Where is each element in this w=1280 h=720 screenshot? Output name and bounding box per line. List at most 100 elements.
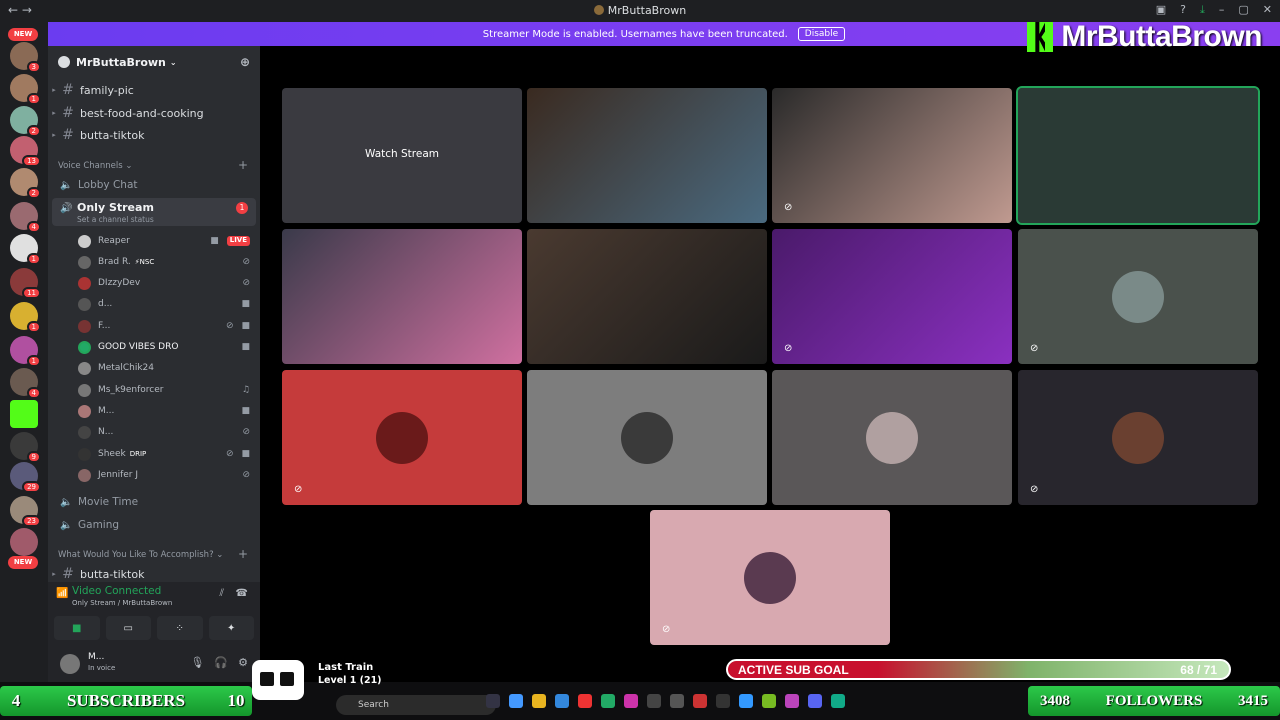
channel-status[interactable]: Set a channel status	[77, 215, 154, 224]
voice-tile[interactable]: ⊘	[282, 370, 522, 505]
channel-best-food-and-cooking[interactable]: ▸ # best-food-and-cooking	[48, 103, 260, 123]
app-icon[interactable]	[716, 694, 730, 708]
server-icon[interactable]: 1	[10, 336, 41, 367]
server-icon[interactable]: 4	[10, 368, 41, 399]
server-icon[interactable]: 23	[10, 496, 41, 527]
voice-member[interactable]: Reaper ■ LIVE	[78, 232, 250, 250]
video-tile[interactable]: ⊘	[772, 88, 1012, 223]
gear-icon[interactable]: ⚙	[238, 656, 248, 669]
app-icon[interactable]	[601, 694, 615, 708]
server-icon[interactable]: 1	[10, 302, 41, 333]
server-icon[interactable]: 11	[10, 268, 41, 299]
invite-icon[interactable]: ⊕	[240, 55, 250, 69]
new-tag: NEW	[8, 556, 38, 569]
headphones-icon[interactable]: 🎧	[214, 656, 228, 669]
voice-connection-panel: 📶 Video Connected Only Stream / MrButtaB…	[48, 582, 260, 646]
camera-button[interactable]: ■	[54, 616, 100, 640]
minimize-icon[interactable]: –	[1219, 3, 1225, 17]
browser-icon[interactable]	[831, 694, 845, 708]
server-icon[interactable]: 2	[10, 168, 41, 199]
voice-member[interactable]: Ms_k9enforcer ♫	[78, 381, 250, 399]
voice-member[interactable]: d... ■	[78, 295, 250, 313]
server-icon[interactable]: 3	[10, 42, 41, 73]
video-tile[interactable]	[527, 88, 767, 223]
video-tile-selected[interactable]	[1016, 86, 1260, 225]
disconnect-icon[interactable]: ☎	[236, 588, 248, 599]
voice-tile[interactable]: ⊘	[1018, 370, 1258, 505]
chevron-down-icon: ⌄	[169, 57, 177, 67]
avatar	[78, 319, 91, 333]
youtube-icon[interactable]	[578, 694, 592, 708]
server-icon[interactable]: 2	[10, 106, 41, 137]
server-icon[interactable]: 9	[10, 432, 41, 463]
noise-suppression-icon[interactable]: ⫽	[220, 588, 224, 599]
voice-member[interactable]: DIzzyDev ⊘	[78, 274, 250, 292]
title-bar: ← → MrButtaBrown ▣ ? ⤓ – ▢ ✕	[0, 0, 1280, 22]
voice-member[interactable]: F... ⊘ ■	[78, 317, 250, 335]
channel-butta-tiktok-2[interactable]: ▸ # butta-tiktok	[48, 564, 260, 584]
folder-icon[interactable]	[532, 694, 546, 708]
tiktok-icon[interactable]	[624, 694, 638, 708]
chevron-right-icon: ▸	[52, 570, 56, 578]
voice-channel-lobby[interactable]: 🔈 Lobby Chat	[48, 175, 260, 195]
server-icon[interactable]: 1	[10, 234, 41, 265]
help-icon[interactable]: ?	[1180, 3, 1186, 17]
screen-share-button[interactable]: ▭	[105, 616, 151, 640]
server-icon[interactable]: 29	[10, 462, 41, 493]
app-icon[interactable]	[670, 694, 684, 708]
voice-member[interactable]: MetalChik24	[78, 359, 250, 377]
kick-server-icon[interactable]	[10, 400, 38, 428]
video-tile[interactable]: ⊘	[772, 229, 1012, 364]
app-icon[interactable]	[486, 694, 500, 708]
voice-channel-gaming[interactable]: 🔈 Gaming	[48, 515, 260, 535]
nvidia-icon[interactable]	[762, 694, 776, 708]
hash-icon: #	[62, 105, 74, 121]
inbox-icon[interactable]: ▣	[1156, 3, 1166, 17]
voice-channels-header[interactable]: Voice Channels ⌄	[58, 161, 132, 171]
download-icon[interactable]: ⤓	[1200, 3, 1205, 17]
microphone-icon[interactable]: 🎙	[190, 656, 204, 669]
video-tile[interactable]	[527, 229, 767, 364]
server-icon[interactable]: 4	[10, 202, 41, 233]
activities-button[interactable]: ⁘	[157, 616, 203, 640]
voice-tile[interactable]: ⊘	[1018, 229, 1258, 364]
discord-icon[interactable]	[808, 694, 822, 708]
app-icon[interactable]	[785, 694, 799, 708]
maximize-icon[interactable]: ▢	[1238, 3, 1248, 17]
channel-butta-tiktok[interactable]: ▸ # butta-tiktok	[48, 125, 260, 145]
disable-button[interactable]: Disable	[797, 27, 846, 41]
voice-tile[interactable]	[772, 370, 1012, 505]
voice-member[interactable]: Sheek DRIP ⊘ ■	[78, 445, 250, 463]
voice-tile[interactable]	[527, 370, 767, 505]
server-header[interactable]: MrButtaBrown ⌄ ⊕	[48, 46, 260, 78]
server-icon[interactable]: 13	[10, 136, 41, 167]
avatar[interactable]	[60, 654, 80, 674]
server-icon[interactable]	[10, 528, 38, 556]
voice-channel-movie-time[interactable]: 🔈 Movie Time	[48, 492, 260, 512]
add-channel-icon[interactable]: +	[238, 547, 248, 561]
voice-member[interactable]: Jennifer J ⊘	[78, 466, 250, 484]
voice-member[interactable]: GOOD VIBES DRO ■	[78, 338, 250, 356]
accomplish-header[interactable]: What Would You Like To Accomplish? ⌄	[58, 550, 223, 560]
voice-member[interactable]: M... ■	[78, 402, 250, 420]
soundboard-button[interactable]: ✦	[208, 616, 254, 640]
watch-stream-button[interactable]: Watch Stream	[282, 148, 522, 160]
app-icon[interactable]	[647, 694, 661, 708]
app-icon[interactable]	[555, 694, 569, 708]
voice-tile[interactable]: ⊘	[650, 510, 890, 645]
app-icon[interactable]	[509, 694, 523, 708]
voice-member[interactable]: Brad R. ⚡NSC ⊘	[78, 253, 250, 271]
video-tile-stream[interactable]: Watch Stream	[282, 88, 522, 223]
app-icon[interactable]	[693, 694, 707, 708]
close-icon[interactable]: ✕	[1263, 3, 1272, 17]
avatar	[621, 411, 673, 464]
server-icon[interactable]: 1	[10, 74, 41, 105]
voice-channel-only-stream[interactable]: 🔊 Only Stream Set a channel status 1	[52, 198, 256, 226]
search-input[interactable]: Search	[336, 695, 496, 715]
video-tile[interactable]	[282, 229, 522, 364]
voice-member[interactable]: N... ⊘	[78, 423, 250, 441]
app-icon[interactable]	[739, 694, 753, 708]
hash-icon: #	[62, 566, 74, 582]
add-channel-icon[interactable]: +	[238, 158, 248, 172]
channel-family-pic[interactable]: ▸ # family-pic	[48, 80, 260, 100]
